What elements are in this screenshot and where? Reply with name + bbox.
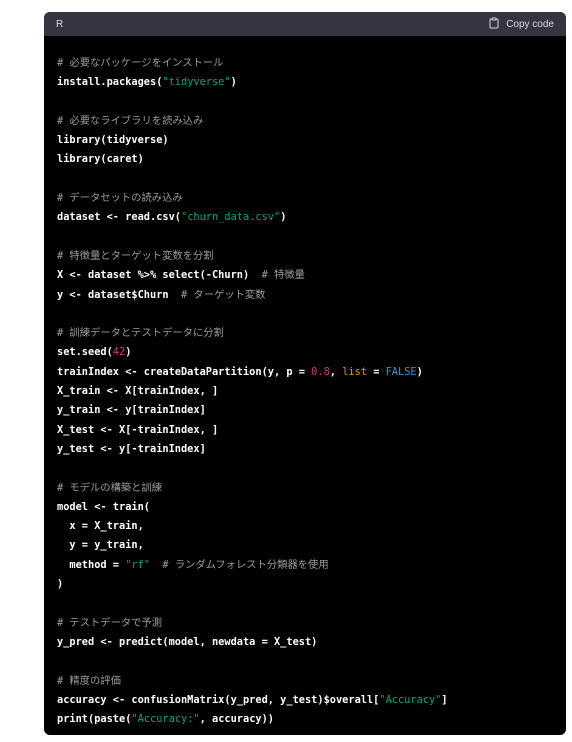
code-token-literal: FALSE [385, 365, 417, 378]
code-line: dataset <- read.csv("churn_data.csv") [57, 208, 553, 227]
code-line: accuracy <- confusionMatrix(y_pred, y_te… [57, 691, 553, 710]
code-token-code: x = X_train, [57, 520, 144, 533]
code-token-code: method = [57, 558, 126, 571]
code-line: y <- dataset$Churn # ターゲット変数 [57, 286, 553, 305]
code-line: X_train <- X[trainIndex, ] [57, 382, 553, 401]
code-token-string: "churn_data.csv" [181, 211, 281, 224]
code-token-code: ) [57, 578, 64, 591]
code-line: # 精度の評価 [57, 672, 553, 691]
code-token-string: "Accuracy:" [131, 713, 200, 726]
code-line: method = "rf" # ランダムフォレスト分類器を使用 [57, 556, 553, 575]
clipboard-icon [488, 17, 500, 32]
code-line: X <- dataset %>% select(-Churn) # 特徴量 [57, 266, 553, 285]
code-line: model <- train( [57, 498, 553, 517]
code-line: y_test <- y[-trainIndex] [57, 440, 553, 459]
code-token-code: accuracy <- confusionMatrix(y_pred, y_te… [57, 693, 380, 706]
code-token-comment: # 訓練データとテストデータに分割 [57, 327, 224, 340]
code-token-comment: # 必要なパッケージをインストール [57, 57, 224, 69]
code-block: R Copy code # 必要なパッケージをインストール install.pac… [44, 12, 566, 735]
code-line: set.seed(42) [57, 343, 553, 362]
code-token-code: ) [416, 365, 423, 378]
code-line: y = y_train, [57, 536, 553, 555]
code-line: # 訓練データとテストデータに分割 [57, 324, 553, 343]
code-token-code: , [329, 365, 343, 378]
code-token-code: y_pred <- predict(model, newdata = X_tes… [57, 635, 318, 648]
code-token-number: 42 [112, 346, 126, 359]
code-token-code [150, 559, 162, 571]
code-line: y_pred <- predict(model, newdata = X_tes… [57, 633, 553, 652]
code-token-builtin: list [342, 365, 367, 378]
copy-code-label: Copy code [506, 18, 554, 30]
code-token-code: ) [280, 211, 287, 224]
code-token-code: trainIndex <- createDataPartition(y, p = [57, 365, 312, 378]
code-token-string: "rf" [125, 558, 151, 571]
code-line: library(tidyverse) [57, 131, 553, 150]
code-token-code: = [367, 365, 386, 378]
code-line: library(caret) [57, 150, 553, 169]
code-token-code: dataset <- read.csv( [57, 211, 181, 224]
code-token-comment: # データセットの読み込み [57, 192, 183, 205]
code-token-code: install.packages( [57, 76, 163, 89]
code-line: ) [57, 575, 553, 594]
code-line: X_test <- X[-trainIndex, ] [57, 421, 553, 440]
code-line: install.packages("tidyverse") [57, 73, 553, 92]
code-token-code: set.seed( [57, 346, 113, 359]
code-body[interactable]: # 必要なパッケージをインストール install.packages("tidyv… [44, 36, 566, 729]
copy-code-button[interactable]: Copy code [488, 17, 554, 32]
code-token-code: y_test <- y[-trainIndex] [57, 442, 206, 455]
code-token-code: library(caret) [57, 153, 144, 166]
code-line: print(paste("Accuracy:", accuracy)) [57, 710, 553, 729]
code-token-code: ] [441, 693, 448, 706]
code-token-comment: # 必要なライブラリを読み込み [57, 114, 204, 127]
code-line: # 特徴量とターゲット変数を分割 [57, 247, 553, 266]
code-line: # テストデータで予測 [57, 614, 553, 633]
code-token-code: X_test <- X[-trainIndex, ] [57, 423, 219, 436]
code-line: # 必要なライブラリを読み込み [57, 112, 553, 131]
code-token-string: "tidyverse" [162, 76, 231, 89]
code-token-comment: # テストデータで予測 [57, 616, 163, 629]
code-token-comment: # ランダムフォレスト分類器を使用 [162, 558, 329, 571]
code-line: # モデルの構築と訓練 [57, 479, 553, 498]
language-label: R [56, 18, 64, 30]
code-token-code: print(paste( [57, 713, 132, 726]
code-token-code: X <- dataset %>% select(-Churn) [57, 269, 262, 282]
code-line: trainIndex <- createDataPartition(y, p =… [57, 363, 553, 382]
code-line: x = X_train, [57, 517, 553, 536]
code-token-code: y_train <- y[trainIndex] [57, 404, 206, 417]
code-token-comment: # 特徴量とターゲット変数を分割 [57, 249, 214, 262]
code-token-code: ) [125, 346, 132, 359]
code-token-code: y = y_train, [57, 539, 144, 552]
code-token-comment: # 精度の評価 [57, 674, 121, 687]
code-token-code: model <- train( [57, 500, 150, 513]
code-token-code: , accuracy)) [199, 713, 275, 726]
code-token-comment: # モデルの構築と訓練 [57, 481, 163, 494]
code-token-code: X_train <- X[trainIndex, ] [57, 385, 219, 398]
code-line: y_train <- y[trainIndex] [57, 401, 553, 420]
code-token-number: 0.8 [311, 365, 330, 378]
code-header: R Copy code [44, 12, 566, 36]
code-token-code: library(tidyverse) [57, 134, 169, 147]
code-line: # 必要なパッケージをインストール [57, 54, 553, 73]
code-token-code: y <- dataset$Churn [57, 288, 181, 301]
code-line: # データセットの読み込み [57, 189, 553, 208]
code-token-comment: # ターゲット変数 [181, 288, 266, 301]
code-token-comment: # 特徴量 [261, 269, 305, 282]
code-token-code: ) [230, 76, 237, 89]
code-token-string: "Accuracy" [379, 693, 442, 706]
